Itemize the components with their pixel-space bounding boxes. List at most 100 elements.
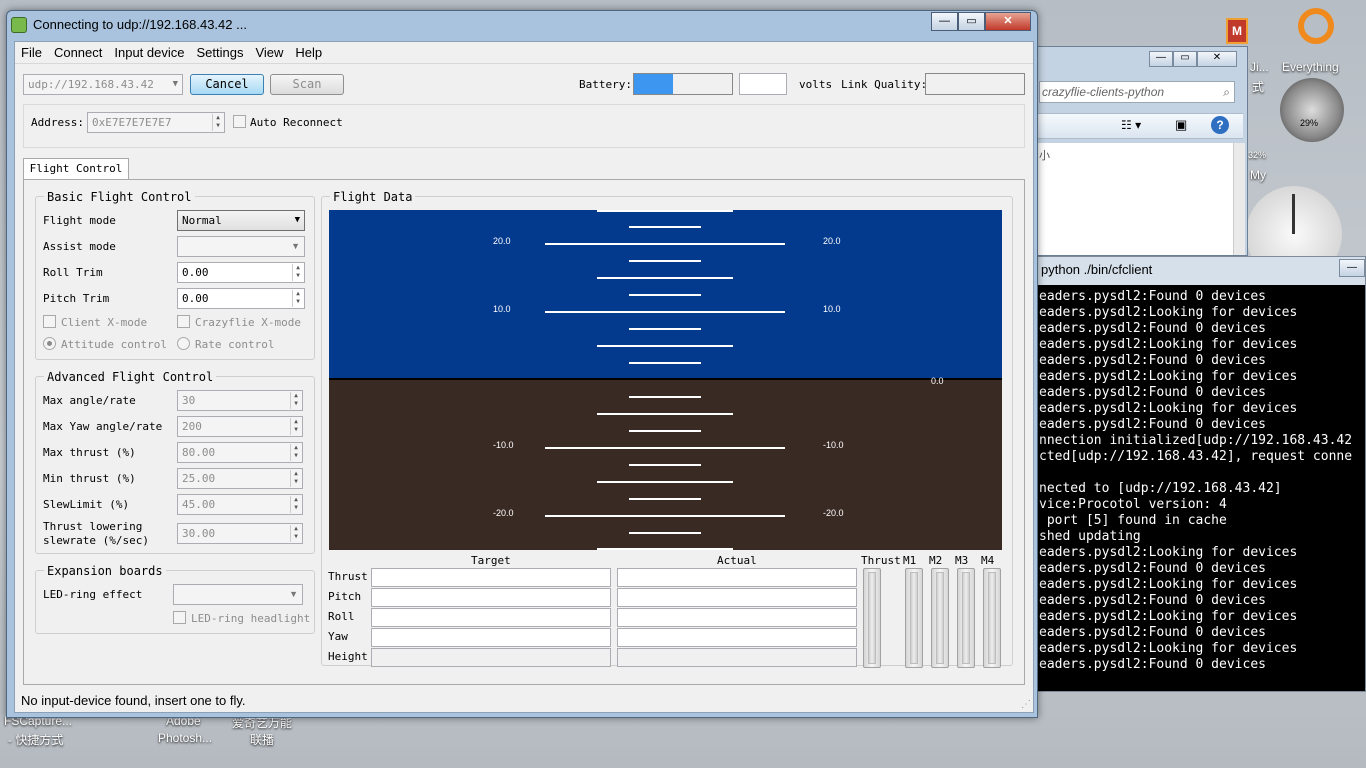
pitch-ladder-line	[597, 413, 733, 415]
bar-label-m2: M2	[929, 554, 943, 567]
menu-bar: File Connect Input device Settings View Help	[15, 42, 1033, 64]
crazyflie-app-icon	[11, 17, 27, 33]
pitch-ladder-line	[597, 345, 733, 347]
bar-label-m4: M4	[981, 554, 995, 567]
pitch-ladder-line	[629, 464, 701, 466]
menu-view[interactable]: View	[249, 42, 289, 64]
max-yaw-spinbox[interactable]: 200 ▲ ▼	[177, 416, 303, 437]
menu-file[interactable]: File	[15, 42, 48, 64]
menu-help[interactable]: Help	[289, 42, 328, 64]
terminal-line: eaders.pysdl2:Found 0 devices	[1039, 353, 1266, 368]
terminal-line: eaders.pysdl2:Found 0 devices	[1039, 321, 1266, 336]
menu-input-device[interactable]: Input device	[108, 42, 190, 64]
flight-data-title: Flight Data	[330, 190, 416, 204]
uri-combo[interactable]: udp://192.168.43.42 ▼	[23, 74, 183, 95]
horizon-line	[329, 378, 1002, 380]
tab-flight-control[interactable]: Flight Control	[23, 158, 129, 180]
pitch-ladder-line	[629, 396, 701, 398]
pitch-label: 20.0	[823, 236, 841, 246]
terminal-minimize-button[interactable]: —	[1339, 259, 1365, 277]
rate-control-radio[interactable]	[177, 337, 190, 350]
bar-label-m3: M3	[955, 554, 969, 567]
max-angle-spinbox[interactable]: 30 ▲ ▼	[177, 390, 303, 411]
minimize-button[interactable]: —	[931, 12, 958, 31]
explorer-minimize-button[interactable]: —	[1149, 51, 1173, 67]
spinner-arrows-icon[interactable]: ▲ ▼	[292, 264, 303, 281]
explorer-window[interactable]: — ▭ ✕ crazyflie-clients-python ⌕ ☷ ▾ ▣ ?…	[1036, 46, 1248, 256]
menu-settings[interactable]: Settings	[190, 42, 249, 64]
explorer-close-button[interactable]: ✕	[1197, 51, 1237, 67]
close-button[interactable]: ✕	[985, 12, 1031, 31]
slewrate-spinbox[interactable]: 30.00 ▲ ▼	[177, 523, 303, 544]
auto-reconnect-label: Auto Reconnect	[250, 116, 343, 129]
client-xmode-checkbox[interactable]	[43, 315, 56, 328]
actual-thrust-field	[617, 568, 857, 587]
pitch-label: 20.0	[493, 236, 511, 246]
pitch-ladder-line	[597, 548, 733, 550]
actual-header: Actual	[717, 554, 757, 567]
pitch-ladder-line	[629, 294, 701, 296]
pitch-label: -20.0	[823, 508, 844, 518]
rate-control-label: Rate control	[195, 338, 275, 351]
spinner-arrows-icon[interactable]: ▲ ▼	[290, 444, 301, 461]
explorer-toolbar: ☷ ▾ ▣ ?	[1037, 113, 1243, 139]
max-thrust-spinbox[interactable]: 80.00 ▲ ▼	[177, 442, 303, 463]
slew-limit-spinbox[interactable]: 45.00 ▲ ▼	[177, 494, 303, 515]
spinner-arrows-icon[interactable]: ▲ ▼	[290, 470, 301, 487]
cfclient-window[interactable]: Connecting to udp://192.168.43.42 ... — …	[6, 10, 1038, 718]
pitch-ladder-line	[597, 210, 733, 212]
auto-reconnect-checkbox[interactable]	[233, 115, 246, 128]
pitch-ladder-line	[629, 430, 701, 432]
everything-app-icon[interactable]	[1298, 8, 1334, 44]
basic-flight-control-title: Basic Flight Control	[44, 190, 195, 204]
roll-trim-spinbox[interactable]: 0.00 ▲ ▼	[177, 262, 305, 283]
search-icon[interactable]: ⌕	[1223, 82, 1230, 102]
led-ring-effect-combo[interactable]: ▼	[173, 584, 303, 605]
spinner-arrows-icon[interactable]: ▲ ▼	[290, 418, 301, 435]
explorer-maximize-button[interactable]: ▭	[1173, 51, 1197, 67]
spinner-arrows-icon[interactable]: ▲ ▼	[292, 290, 303, 307]
spinner-arrows-icon[interactable]: ▲ ▼	[212, 114, 223, 131]
actual-yaw-field	[617, 628, 857, 647]
m1-bar	[905, 568, 923, 668]
led-ring-headlight-label: LED-ring headlight	[191, 612, 311, 625]
spinner-arrows-icon[interactable]: ▲ ▼	[290, 496, 301, 513]
min-thrust-spinbox[interactable]: 25.00 ▲ ▼	[177, 468, 303, 489]
terminal-line: port [5] found in cache	[1039, 513, 1227, 528]
terminal-window[interactable]: python ./bin/cfclient — eaders.pysdl2:Fo…	[1036, 256, 1366, 692]
slewrate-value: 30.00	[182, 527, 216, 540]
target-pitch-field	[371, 588, 611, 607]
explorer-scrollbar[interactable]	[1233, 143, 1245, 255]
crazyflie-xmode-checkbox[interactable]	[177, 315, 190, 328]
menu-connect[interactable]: Connect	[48, 42, 108, 64]
attitude-control-radio[interactable]	[43, 337, 56, 350]
address-spinbox[interactable]: 0xE7E7E7E7E7 ▲ ▼	[87, 112, 225, 133]
crazyflie-xmode-label: Crazyflie X-mode	[195, 316, 301, 329]
preview-pane-icon[interactable]: ▣	[1175, 117, 1187, 133]
mcafee-app-icon[interactable]: M	[1226, 18, 1248, 44]
desktop-icon-my-label: My	[1250, 168, 1266, 182]
explorer-search-box[interactable]: crazyflie-clients-python ⌕	[1039, 81, 1235, 103]
view-options-icon[interactable]: ☷ ▾	[1121, 118, 1141, 132]
help-icon[interactable]: ?	[1211, 116, 1229, 134]
led-ring-headlight-checkbox[interactable]	[173, 611, 186, 624]
desktop-icon-everything-label[interactable]: Everything	[1282, 60, 1339, 74]
pitch-ladder-line	[545, 515, 785, 517]
terminal-title: python ./bin/cfclient	[1041, 262, 1153, 277]
spinner-arrows-icon[interactable]: ▲ ▼	[290, 392, 301, 409]
pitch-ladder-line	[629, 260, 701, 262]
flight-mode-combo[interactable]: Normal ▼	[177, 210, 305, 231]
window-title: Connecting to udp://192.168.43.42 ...	[33, 17, 247, 32]
assist-mode-combo[interactable]: ▼	[177, 236, 305, 257]
pitch-trim-spinbox[interactable]: 0.00 ▲ ▼	[177, 288, 305, 309]
led-ring-effect-label: LED-ring effect	[43, 588, 143, 601]
cancel-button[interactable]: Cancel	[190, 74, 264, 95]
m3-bar	[957, 568, 975, 668]
spinner-arrows-icon[interactable]: ▲ ▼	[290, 525, 301, 542]
resize-grip-icon[interactable]: ⋰	[1021, 699, 1031, 710]
expansion-boards-title: Expansion boards	[44, 564, 166, 578]
roll-trim-label: Roll Trim	[43, 266, 103, 279]
scan-button[interactable]: Scan	[270, 74, 344, 95]
pitch-label: 10.0	[493, 304, 511, 314]
maximize-button[interactable]: ▭	[958, 12, 985, 31]
